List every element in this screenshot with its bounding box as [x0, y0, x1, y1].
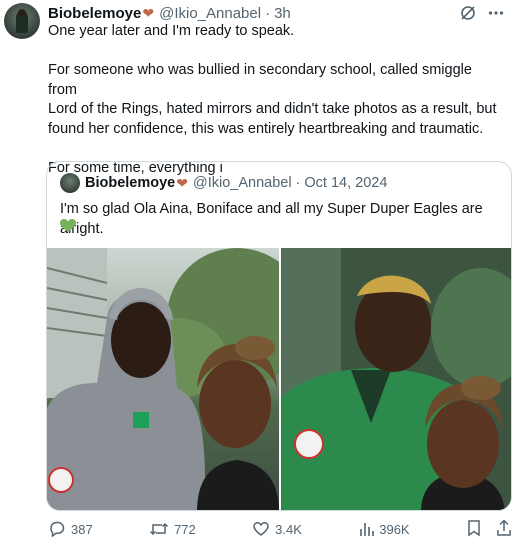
repost-button[interactable]: 772: [149, 520, 196, 538]
reply-button[interactable]: 387: [48, 520, 93, 538]
views-icon: [358, 521, 375, 537]
quoted-date: Oct 14, 2024: [304, 175, 388, 191]
tweet-header: Biobelemoye ❤ @Ikio_Annabel · 3h: [48, 3, 291, 23]
quoted-header: Biobelemoye ❤ @Ikio_Annabel · Oct 14, 20…: [85, 173, 387, 193]
share-icon[interactable]: [496, 518, 512, 540]
tweet[interactable]: Biobelemoye ❤ @Ikio_Annabel · 3h One yea…: [0, 0, 515, 544]
more-icon[interactable]: [487, 4, 505, 22]
tweet-actions: 387 772 3.4K 396K: [48, 518, 512, 540]
like-icon: [252, 520, 270, 538]
quoted-author-name: Biobelemoye: [85, 175, 176, 191]
timestamp[interactable]: 3h: [274, 5, 291, 22]
like-button[interactable]: 3.4K: [252, 520, 302, 538]
repost-count: 772: [174, 521, 196, 537]
bookmark-icon[interactable]: [466, 519, 482, 540]
quoted-avatar: [60, 173, 80, 193]
heart-emoji: ❤: [142, 4, 155, 21]
separator: ·: [265, 4, 271, 22]
photo-grid: [47, 248, 511, 510]
quoted-separator: ·: [295, 175, 301, 191]
author-name[interactable]: Biobelemoye: [48, 5, 141, 22]
reply-count: 387: [71, 521, 93, 537]
repost-icon: [149, 520, 169, 538]
views-count: 396K: [379, 521, 410, 537]
like-count: 3.4K: [275, 521, 302, 537]
tweet-top-actions: [459, 4, 505, 22]
secondary-actions: [466, 518, 512, 540]
grok-icon[interactable]: [459, 4, 477, 22]
photo-right[interactable]: [281, 248, 511, 510]
author-handle[interactable]: @Ikio_Annabel: [159, 5, 261, 22]
avatar[interactable]: [4, 3, 40, 39]
quoted-tweet[interactable]: Biobelemoye ❤ @Ikio_Annabel · Oct 14, 20…: [46, 161, 512, 511]
reply-icon: [48, 520, 66, 538]
quoted-handle: @Ikio_Annabel: [192, 175, 292, 191]
views-button[interactable]: 396K: [358, 521, 410, 537]
tweet-text: One year later and I'm ready to speak. F…: [48, 23, 497, 176]
quoted-heart-emoji: ❤: [176, 174, 188, 191]
green-heart-icon: [60, 219, 76, 233]
photo-left[interactable]: [47, 248, 279, 510]
quoted-text: I'm so glad Ola Aina, Boniface and all m…: [60, 201, 483, 237]
